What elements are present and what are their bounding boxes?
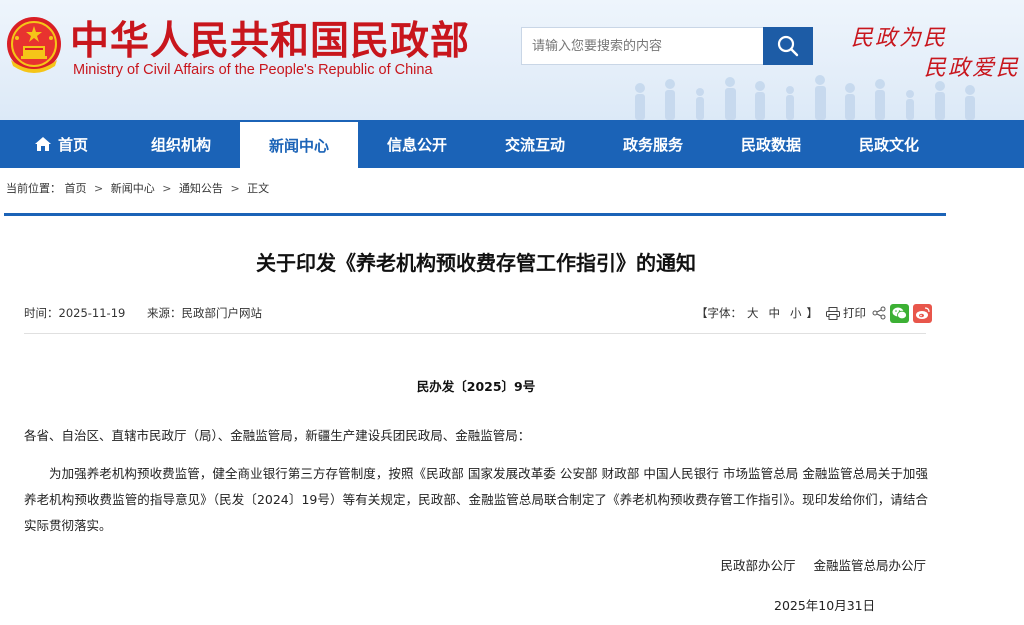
font-size-large[interactable]: 大 [747, 305, 759, 321]
nav-item-information-disclosure[interactable]: 信息公开 [358, 120, 476, 168]
nav-item-label: 民政文化 [858, 135, 919, 154]
breadcrumb-news-center[interactable]: 新闻中心 [111, 182, 155, 195]
document-number: 民办发〔2025〕9号 [416, 379, 536, 394]
breadcrumb-separator: > [94, 182, 104, 195]
breadcrumb-home[interactable]: 首页 [65, 182, 87, 195]
nav-item-news-center[interactable]: 新闻中心 [240, 120, 358, 168]
meta-divider [24, 333, 926, 334]
breadcrumb-separator: > [162, 182, 172, 195]
share-icon[interactable] [872, 306, 886, 320]
print-button[interactable]: 打印 [826, 305, 866, 321]
print-label: 打印 [843, 306, 866, 320]
breadcrumb-current: 正文 [247, 182, 270, 195]
breadcrumb: 当前位置： 首页 > 新闻中心 > 通知公告 > 正文 [6, 180, 269, 196]
weibo-share-button[interactable] [913, 303, 932, 323]
wechat-share-button[interactable] [890, 303, 909, 323]
nav-item-label: 新闻中心 [268, 136, 329, 155]
font-size-label: 【字体： [696, 306, 742, 320]
nav-item-label: 交流互动 [504, 135, 565, 154]
slogan-1: 民政为民 [851, 26, 948, 51]
document-date: 2025年10月31日 [774, 598, 876, 613]
nav-item-interaction[interactable]: 交流互动 [476, 120, 594, 168]
nav-item-home[interactable]: 首页 [0, 120, 122, 168]
font-size-medium[interactable]: 中 [769, 305, 781, 321]
wechat-icon [892, 307, 907, 319]
national-emblem-icon[interactable] [5, 14, 63, 78]
nav-item-label: 组织机构 [150, 135, 211, 154]
main-nav: 首页 组织机构 新闻中心 信息公开 交流互动 政务服务 民政数据 民政文化 [0, 120, 1024, 168]
nav-item-government-services[interactable]: 政务服务 [594, 120, 712, 168]
publish-time: 时间：2025-11-19 [24, 306, 126, 320]
home-icon [34, 136, 52, 152]
nav-item-label: 首页 [57, 135, 88, 154]
article-tools: 【字体： 大 中 小 】 打印 [696, 302, 932, 324]
font-size-bracket: 】 [806, 306, 819, 320]
nav-item-label: 政务服务 [622, 135, 683, 154]
nav-item-organization[interactable]: 组织机构 [122, 120, 240, 168]
nav-item-civil-culture[interactable]: 民政文化 [830, 120, 948, 168]
nav-item-civil-data[interactable]: 民政数据 [712, 120, 830, 168]
addressee: 各省、自治区、直辖市民政厅（局）、金融监管局，新疆生产建设兵团民政局、金融监管局… [24, 428, 531, 443]
article-body: 为加强养老机构预收费监管，健全商业银行第三方存管制度，按照《民政部 国家发展改革… [24, 466, 928, 533]
search-input[interactable] [522, 28, 763, 64]
people-silhouette-decoration [635, 75, 975, 120]
breadcrumb-prefix: 当前位置： [6, 182, 61, 195]
site-header: 中华人民共和国民政部 Ministry of Civil Affairs of … [0, 0, 1024, 120]
nav-item-label: 信息公开 [386, 135, 447, 154]
article-source: 来源：民政部门户网站 [147, 306, 262, 320]
weibo-icon [916, 306, 930, 319]
signers: 民政部办公厅 金融监管总局办公厅 [720, 555, 926, 574]
nav-item-label: 民政数据 [740, 135, 801, 154]
signer-nfra: 金融监管总局办公厅 [813, 558, 926, 573]
article-meta: 时间：2025-11-19 来源：民政部门户网站 [24, 305, 280, 321]
site-title-en[interactable]: Ministry of Civil Affairs of the People'… [73, 62, 433, 78]
signer-mca: 民政部办公厅 [720, 558, 796, 573]
breadcrumb-notices[interactable]: 通知公告 [179, 182, 223, 195]
search-box [521, 27, 763, 65]
section-divider [4, 213, 946, 216]
article-title: 关于印发《养老机构预收费存管工作指引》的通知 [256, 251, 696, 275]
search-icon [777, 35, 799, 57]
search-button[interactable] [763, 27, 813, 65]
breadcrumb-separator: > [230, 182, 240, 195]
site-title-cn[interactable]: 中华人民共和国民政部 [70, 10, 470, 66]
font-size-small[interactable]: 小 [790, 305, 802, 321]
printer-icon [826, 306, 840, 320]
